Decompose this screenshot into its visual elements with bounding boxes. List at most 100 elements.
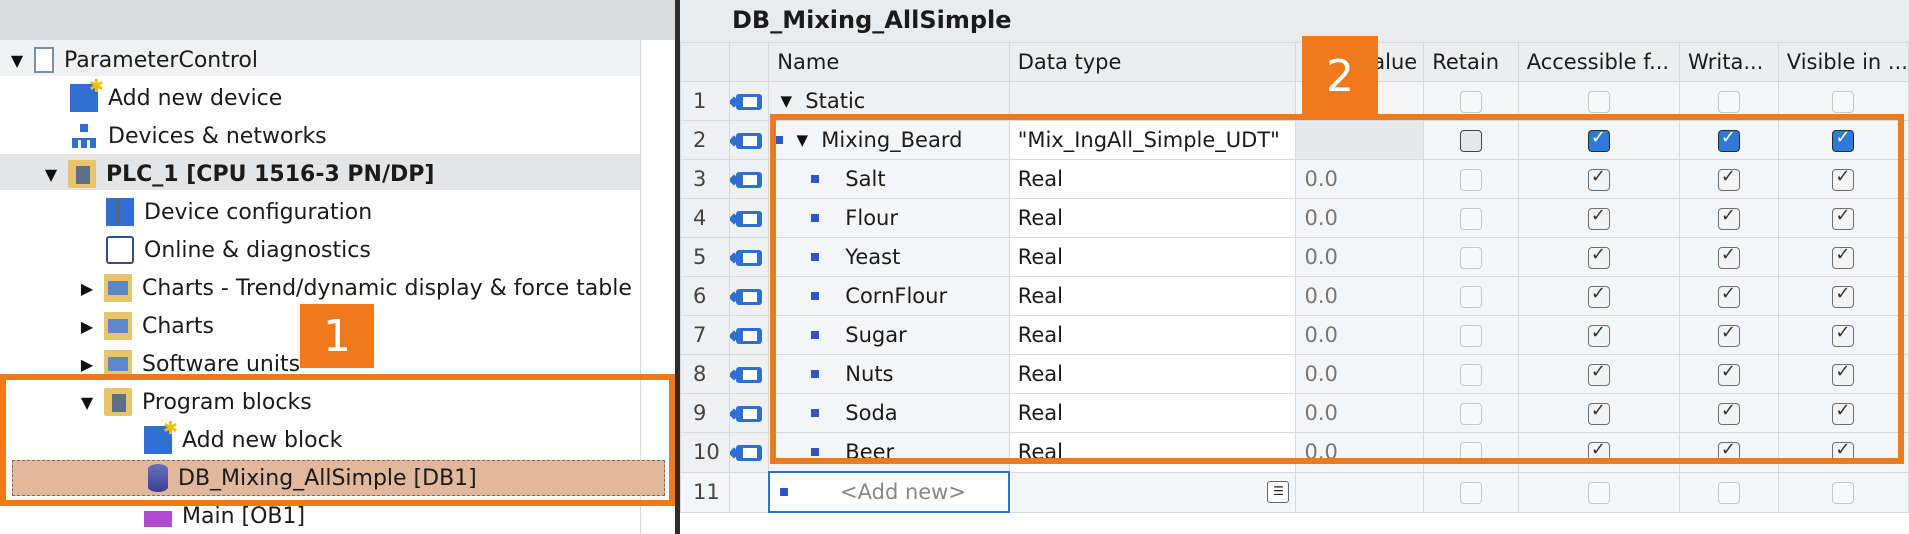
retain-checkbox[interactable] — [1459, 247, 1482, 269]
table-row[interactable]: 4 Flour Real 0.0 — [679, 198, 1909, 238]
accessible-cell[interactable] — [1517, 471, 1680, 513]
visible-checkbox[interactable] — [1832, 91, 1855, 113]
tree-item-program-blocks[interactable]: ▼ Program blocks — [76, 384, 312, 420]
header-accessible[interactable]: Accessible f... — [1517, 42, 1680, 82]
name-cell[interactable]: ▼ Static — [768, 81, 1010, 121]
visible-checkbox[interactable] — [1832, 361, 1855, 386]
expand-down-icon[interactable]: ▼ — [6, 51, 28, 70]
start-value-cell[interactable]: 0.0 — [1295, 198, 1425, 238]
retain-checkbox[interactable] — [1459, 130, 1482, 152]
start-value-cell[interactable]: 0.0 — [1295, 393, 1425, 433]
retain-checkbox[interactable] — [1459, 403, 1482, 425]
visible-cell[interactable] — [1777, 471, 1909, 513]
accessible-cell[interactable] — [1517, 432, 1680, 473]
visible-cell[interactable] — [1777, 276, 1909, 316]
accessible-checkbox[interactable] — [1587, 482, 1610, 504]
writable-checkbox[interactable] — [1717, 400, 1740, 425]
visible-checkbox[interactable] — [1832, 283, 1855, 308]
accessible-checkbox[interactable] — [1587, 283, 1610, 308]
retain-cell[interactable] — [1423, 354, 1519, 394]
writable-checkbox[interactable] — [1717, 205, 1740, 230]
start-value-cell[interactable]: 0.0 — [1295, 354, 1425, 394]
accessible-checkbox[interactable] — [1587, 322, 1610, 347]
writable-cell[interactable] — [1678, 393, 1779, 433]
name-cell[interactable]: Soda — [768, 393, 1010, 433]
writable-cell[interactable] — [1678, 237, 1779, 277]
tree-item-db-mixing[interactable]: DB_Mixing_AllSimple [DB1] — [148, 460, 477, 496]
accessible-checkbox[interactable] — [1587, 166, 1610, 191]
expand-right-icon[interactable]: ▶ — [76, 355, 98, 374]
visible-checkbox[interactable] — [1832, 127, 1855, 152]
retain-cell[interactable] — [1423, 393, 1519, 433]
expand-right-icon[interactable]: ▶ — [76, 279, 98, 298]
tree-item-charts[interactable]: ▶ Charts — [76, 308, 214, 344]
start-value-cell[interactable]: 0.0 — [1295, 159, 1425, 199]
table-row[interactable]: 7 Sugar Real 0.0 — [679, 315, 1909, 355]
visible-cell[interactable] — [1777, 81, 1909, 121]
writable-checkbox[interactable] — [1717, 439, 1740, 465]
retain-checkbox[interactable] — [1459, 169, 1482, 191]
visible-cell[interactable] — [1777, 120, 1909, 160]
visible-cell[interactable] — [1777, 159, 1909, 199]
tree-item-plc[interactable]: ▼ PLC_1 [CPU 1516-3 PN/DP] — [40, 156, 434, 192]
writable-cell[interactable] — [1678, 315, 1779, 355]
writable-checkbox[interactable] — [1717, 482, 1740, 504]
tree-item-software-units[interactable]: ▶ Software units — [76, 346, 300, 382]
retain-cell[interactable] — [1423, 237, 1519, 277]
collapse-icon[interactable]: ▼ — [777, 92, 795, 110]
retain-checkbox[interactable] — [1459, 364, 1482, 386]
accessible-checkbox[interactable] — [1587, 361, 1610, 386]
datatype-cell[interactable] — [1008, 81, 1297, 121]
writable-checkbox[interactable] — [1717, 361, 1740, 386]
name-cell[interactable]: Flour — [768, 198, 1010, 238]
datatype-cell[interactable]: ☰ — [1008, 471, 1297, 513]
visible-cell[interactable] — [1777, 432, 1909, 473]
accessible-cell[interactable] — [1517, 81, 1680, 121]
visible-checkbox[interactable] — [1832, 205, 1855, 230]
accessible-cell[interactable] — [1517, 237, 1680, 277]
visible-checkbox[interactable] — [1832, 482, 1855, 504]
table-row[interactable]: 9 Soda Real 0.0 — [679, 393, 1909, 433]
tree-item-device-configuration[interactable]: Device configuration — [106, 194, 372, 230]
visible-cell[interactable] — [1777, 315, 1909, 355]
table-row[interactable]: 3 Salt Real 0.0 — [679, 159, 1909, 199]
accessible-checkbox[interactable] — [1587, 244, 1610, 269]
header-datatype[interactable]: Data type — [1008, 42, 1297, 82]
retain-checkbox[interactable] — [1459, 286, 1482, 308]
name-cell[interactable]: Salt — [768, 159, 1010, 199]
accessible-cell[interactable] — [1517, 276, 1680, 316]
visible-checkbox[interactable] — [1832, 400, 1855, 425]
header-visible[interactable]: Visible in ... — [1777, 42, 1909, 82]
name-cell[interactable]: Beer — [768, 432, 1010, 473]
datatype-cell[interactable]: Real — [1008, 237, 1297, 277]
tree-item-devices-networks[interactable]: Devices & networks — [70, 118, 327, 154]
table-row-add-new[interactable]: 11 <Add new> ☰ — [679, 471, 1909, 513]
writable-cell[interactable] — [1678, 276, 1779, 316]
start-value-cell[interactable] — [1295, 471, 1425, 513]
table-row[interactable]: 1 ▼ Static — [679, 81, 1909, 121]
table-row[interactable]: 6 CornFlour Real 0.0 — [679, 276, 1909, 316]
start-value-cell[interactable]: 0.0 — [1295, 237, 1425, 277]
tree-item-project[interactable]: ▼ ParameterControl — [6, 42, 258, 78]
header-writable[interactable]: Writa... — [1678, 42, 1779, 82]
datatype-cell[interactable]: Real — [1008, 276, 1297, 316]
retain-cell[interactable] — [1423, 471, 1519, 513]
accessible-checkbox[interactable] — [1587, 439, 1610, 465]
writable-cell[interactable] — [1678, 471, 1779, 513]
visible-checkbox[interactable] — [1832, 439, 1855, 465]
table-row[interactable]: 10 Beer Real 0.0 — [679, 432, 1909, 473]
retain-checkbox[interactable] — [1459, 208, 1482, 230]
table-row[interactable]: 5 Yeast Real 0.0 — [679, 237, 1909, 277]
name-cell[interactable]: ▼ Mixing_Beard — [768, 120, 1010, 160]
visible-cell[interactable] — [1777, 393, 1909, 433]
visible-checkbox[interactable] — [1832, 244, 1855, 269]
start-value-cell[interactable]: 0.0 — [1295, 276, 1425, 316]
retain-checkbox[interactable] — [1459, 482, 1482, 504]
name-cell[interactable]: Yeast — [768, 237, 1010, 277]
datatype-cell[interactable]: Real — [1008, 393, 1297, 433]
accessible-cell[interactable] — [1517, 198, 1680, 238]
writable-checkbox[interactable] — [1717, 283, 1740, 308]
visible-checkbox[interactable] — [1832, 322, 1855, 347]
name-cell[interactable]: Nuts — [768, 354, 1010, 394]
tree-item-online-diagnostics[interactable]: Online & diagnostics — [106, 232, 371, 268]
